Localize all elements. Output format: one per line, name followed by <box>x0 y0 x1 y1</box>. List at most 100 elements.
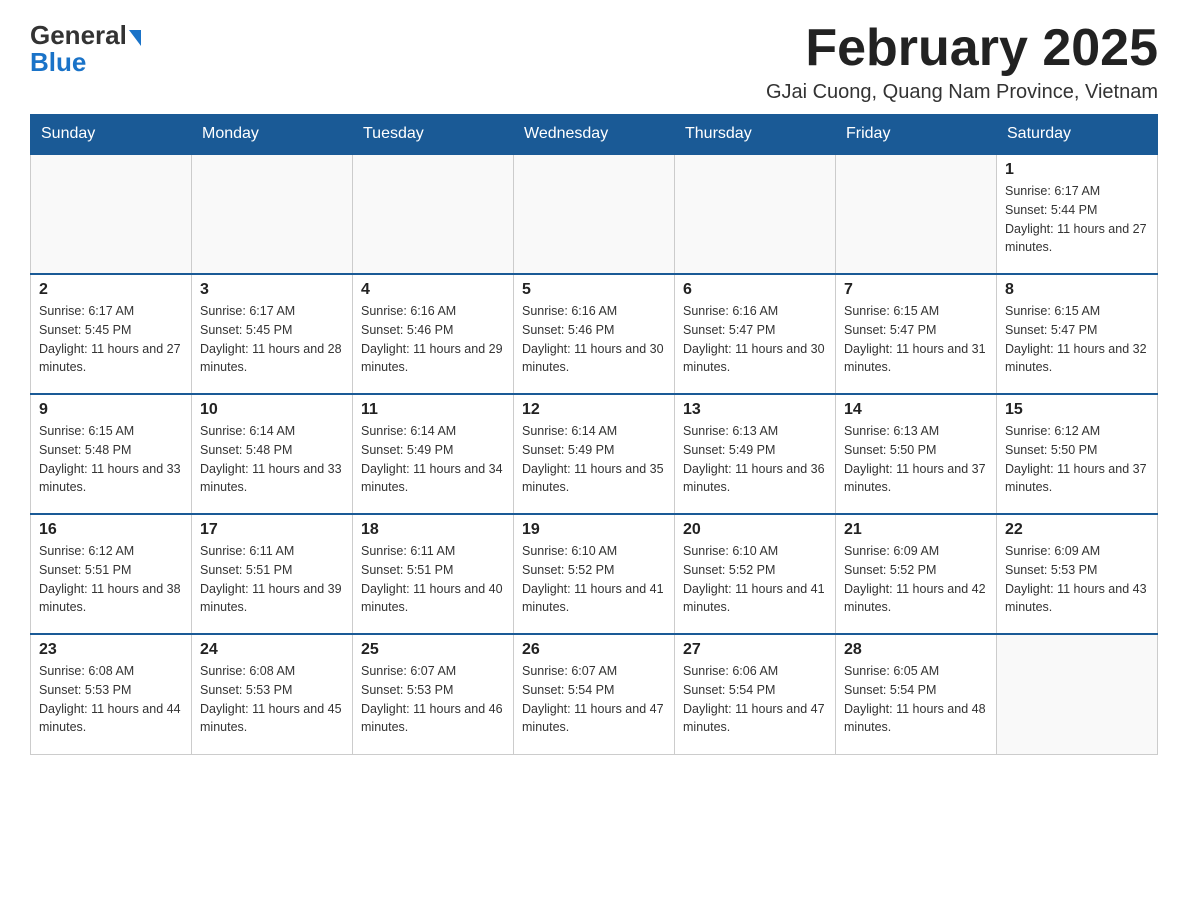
header-monday: Monday <box>192 115 353 155</box>
calendar-cell <box>836 154 997 274</box>
page-header: General Blue February 2025 GJai Cuong, Q… <box>30 20 1158 104</box>
header-friday: Friday <box>836 115 997 155</box>
calendar-cell: 13 Sunrise: 6:13 AMSunset: 5:49 PMDayligh… <box>675 394 836 514</box>
calendar-cell <box>675 154 836 274</box>
day-info: Sunrise: 6:15 AMSunset: 5:47 PMDaylight:… <box>1005 302 1149 377</box>
calendar-cell: 8 Sunrise: 6:15 AMSunset: 5:47 PMDaylight… <box>997 274 1158 394</box>
day-number: 15 <box>1005 401 1149 419</box>
week-row-3: 16 Sunrise: 6:12 AMSunset: 5:51 PMDayligh… <box>31 514 1158 634</box>
calendar-cell: 15 Sunrise: 6:12 AMSunset: 5:50 PMDayligh… <box>997 394 1158 514</box>
calendar-cell <box>514 154 675 274</box>
calendar-cell: 16 Sunrise: 6:12 AMSunset: 5:51 PMDayligh… <box>31 514 192 634</box>
day-number: 7 <box>844 281 988 299</box>
calendar-cell <box>192 154 353 274</box>
day-number: 13 <box>683 401 827 419</box>
day-number: 27 <box>683 641 827 659</box>
header-wednesday: Wednesday <box>514 115 675 155</box>
day-info: Sunrise: 6:10 AMSunset: 5:52 PMDaylight:… <box>683 542 827 617</box>
day-info: Sunrise: 6:15 AMSunset: 5:48 PMDaylight:… <box>39 422 183 497</box>
calendar-cell: 22 Sunrise: 6:09 AMSunset: 5:53 PMDayligh… <box>997 514 1158 634</box>
calendar-cell: 2 Sunrise: 6:17 AMSunset: 5:45 PMDaylight… <box>31 274 192 394</box>
logo-arrow-icon <box>129 30 141 46</box>
day-info: Sunrise: 6:16 AMSunset: 5:47 PMDaylight:… <box>683 302 827 377</box>
day-number: 2 <box>39 281 183 299</box>
day-info: Sunrise: 6:16 AMSunset: 5:46 PMDaylight:… <box>522 302 666 377</box>
day-number: 24 <box>200 641 344 659</box>
calendar-cell: 23 Sunrise: 6:08 AMSunset: 5:53 PMDayligh… <box>31 634 192 754</box>
day-number: 8 <box>1005 281 1149 299</box>
day-number: 5 <box>522 281 666 299</box>
calendar-cell: 20Sunrise: 6:10 AMSunset: 5:52 PMDayligh… <box>675 514 836 634</box>
day-info: Sunrise: 6:07 AMSunset: 5:54 PMDaylight:… <box>522 662 666 737</box>
day-number: 10 <box>200 401 344 419</box>
calendar-cell: 21 Sunrise: 6:09 AMSunset: 5:52 PMDayligh… <box>836 514 997 634</box>
day-number: 21 <box>844 521 988 539</box>
day-info: Sunrise: 6:12 AMSunset: 5:51 PMDaylight:… <box>39 542 183 617</box>
calendar-cell: 9 Sunrise: 6:15 AMSunset: 5:48 PMDaylight… <box>31 394 192 514</box>
calendar-cell: 19Sunrise: 6:10 AMSunset: 5:52 PMDayligh… <box>514 514 675 634</box>
day-info: Sunrise: 6:12 AMSunset: 5:50 PMDaylight:… <box>1005 422 1149 497</box>
calendar-cell: 25 Sunrise: 6:07 AMSunset: 5:53 PMDayligh… <box>353 634 514 754</box>
day-info: Sunrise: 6:09 AMSunset: 5:53 PMDaylight:… <box>1005 542 1149 617</box>
calendar-cell: 14Sunrise: 6:13 AMSunset: 5:50 PMDayligh… <box>836 394 997 514</box>
day-number: 9 <box>39 401 183 419</box>
day-info: Sunrise: 6:15 AMSunset: 5:47 PMDaylight:… <box>844 302 988 377</box>
day-info: Sunrise: 6:17 AMSunset: 5:45 PMDaylight:… <box>39 302 183 377</box>
day-number: 18 <box>361 521 505 539</box>
calendar-cell: 26 Sunrise: 6:07 AMSunset: 5:54 PMDayligh… <box>514 634 675 754</box>
calendar-cell: 24 Sunrise: 6:08 AMSunset: 5:53 PMDayligh… <box>192 634 353 754</box>
calendar-table: SundayMondayTuesdayWednesdayThursdayFrid… <box>30 114 1158 755</box>
day-number: 17 <box>200 521 344 539</box>
day-info: Sunrise: 6:05 AMSunset: 5:54 PMDaylight:… <box>844 662 988 737</box>
calendar-cell: 5 Sunrise: 6:16 AMSunset: 5:46 PMDaylight… <box>514 274 675 394</box>
day-number: 25 <box>361 641 505 659</box>
week-row-2: 9 Sunrise: 6:15 AMSunset: 5:48 PMDaylight… <box>31 394 1158 514</box>
header-thursday: Thursday <box>675 115 836 155</box>
calendar-cell: 1 Sunrise: 6:17 AMSunset: 5:44 PMDaylight… <box>997 154 1158 274</box>
day-number: 6 <box>683 281 827 299</box>
week-row-1: 2 Sunrise: 6:17 AMSunset: 5:45 PMDaylight… <box>31 274 1158 394</box>
day-info: Sunrise: 6:14 AMSunset: 5:48 PMDaylight:… <box>200 422 344 497</box>
week-row-0: 1 Sunrise: 6:17 AMSunset: 5:44 PMDaylight… <box>31 154 1158 274</box>
day-info: Sunrise: 6:17 AMSunset: 5:44 PMDaylight:… <box>1005 182 1149 257</box>
day-number: 22 <box>1005 521 1149 539</box>
calendar-cell: 4Sunrise: 6:16 AMSunset: 5:46 PMDaylight… <box>353 274 514 394</box>
calendar-cell: 27 Sunrise: 6:06 AMSunset: 5:54 PMDayligh… <box>675 634 836 754</box>
day-info: Sunrise: 6:14 AMSunset: 5:49 PMDaylight:… <box>361 422 505 497</box>
day-number: 23 <box>39 641 183 659</box>
calendar-cell <box>997 634 1158 754</box>
day-number: 12 <box>522 401 666 419</box>
day-info: Sunrise: 6:08 AMSunset: 5:53 PMDaylight:… <box>39 662 183 737</box>
header-tuesday: Tuesday <box>353 115 514 155</box>
day-info: Sunrise: 6:13 AMSunset: 5:50 PMDaylight:… <box>844 422 988 497</box>
calendar-cell: 3 Sunrise: 6:17 AMSunset: 5:45 PMDaylight… <box>192 274 353 394</box>
calendar-cell: 17Sunrise: 6:11 AMSunset: 5:51 PMDayligh… <box>192 514 353 634</box>
logo-blue-word: Blue <box>30 47 86 78</box>
day-number: 28 <box>844 641 988 659</box>
title-area: February 2025 GJai Cuong, Quang Nam Prov… <box>766 20 1158 104</box>
calendar-cell: 11 Sunrise: 6:14 AMSunset: 5:49 PMDayligh… <box>353 394 514 514</box>
day-info: Sunrise: 6:13 AMSunset: 5:49 PMDaylight:… <box>683 422 827 497</box>
day-info: Sunrise: 6:11 AMSunset: 5:51 PMDaylight:… <box>361 542 505 617</box>
week-row-4: 23 Sunrise: 6:08 AMSunset: 5:53 PMDayligh… <box>31 634 1158 754</box>
day-number: 4 <box>361 281 505 299</box>
calendar-cell: 7 Sunrise: 6:15 AMSunset: 5:47 PMDaylight… <box>836 274 997 394</box>
day-number: 26 <box>522 641 666 659</box>
calendar-cell <box>353 154 514 274</box>
day-number: 1 <box>1005 161 1149 179</box>
header-saturday: Saturday <box>997 115 1158 155</box>
day-number: 16 <box>39 521 183 539</box>
day-info: Sunrise: 6:17 AMSunset: 5:45 PMDaylight:… <box>200 302 344 377</box>
day-info: Sunrise: 6:10 AMSunset: 5:52 PMDaylight:… <box>522 542 666 617</box>
day-info: Sunrise: 6:09 AMSunset: 5:52 PMDaylight:… <box>844 542 988 617</box>
page-subtitle: GJai Cuong, Quang Nam Province, Vietnam <box>766 81 1158 104</box>
calendar-cell: 10 Sunrise: 6:14 AMSunset: 5:48 PMDayligh… <box>192 394 353 514</box>
day-info: Sunrise: 6:07 AMSunset: 5:53 PMDaylight:… <box>361 662 505 737</box>
header-sunday: Sunday <box>31 115 192 155</box>
day-info: Sunrise: 6:06 AMSunset: 5:54 PMDaylight:… <box>683 662 827 737</box>
day-number: 11 <box>361 401 505 419</box>
calendar-cell: 28 Sunrise: 6:05 AMSunset: 5:54 PMDayligh… <box>836 634 997 754</box>
day-number: 3 <box>200 281 344 299</box>
calendar-cell: 6 Sunrise: 6:16 AMSunset: 5:47 PMDaylight… <box>675 274 836 394</box>
day-info: Sunrise: 6:08 AMSunset: 5:53 PMDaylight:… <box>200 662 344 737</box>
